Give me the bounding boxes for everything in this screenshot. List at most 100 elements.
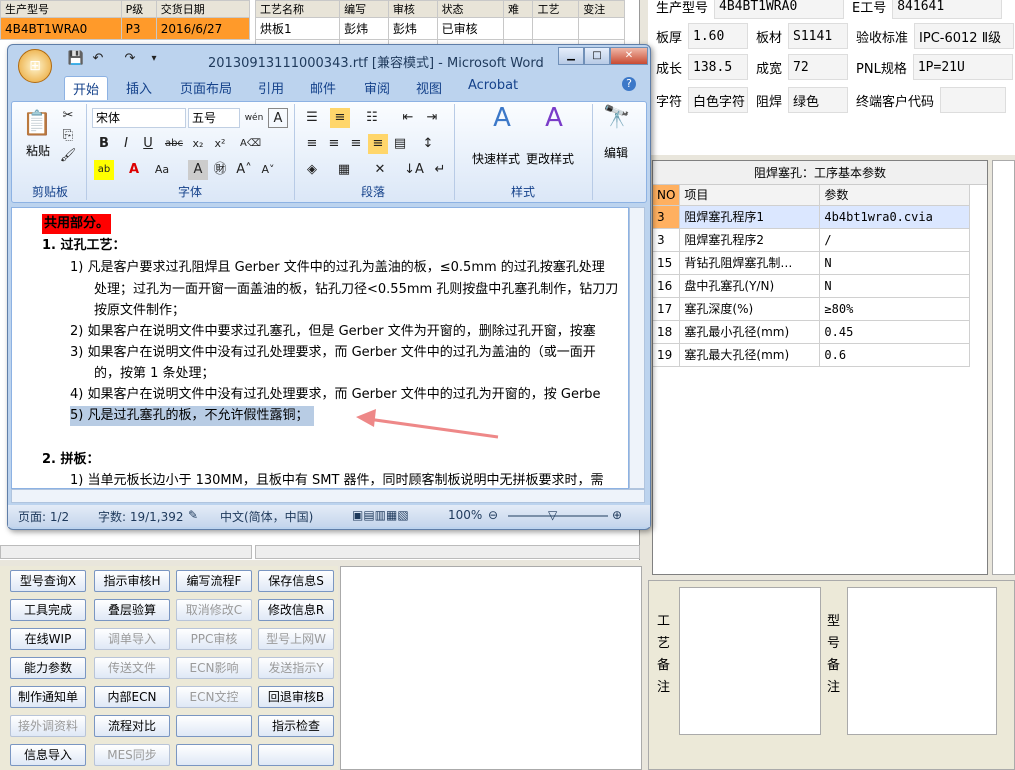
col-header[interactable]: 项目 [679, 185, 821, 206]
tab-acrobat[interactable]: Acrobat [468, 78, 518, 93]
align-left-icon[interactable]: ≡ [302, 134, 322, 154]
tab-view[interactable]: 视图 [416, 78, 442, 97]
table-row[interactable]: 17 塞孔深度(%) ≥80% [653, 297, 971, 321]
field-model[interactable]: 4B4BT1WRA0 [714, 0, 845, 19]
col-header[interactable]: 参数 [819, 185, 971, 206]
col-header[interactable]: 生产型号 [0, 0, 122, 18]
function-button[interactable]: 发送指示Y [258, 657, 334, 679]
order-table[interactable]: 生产型号 P级 交货日期 4B4BT1WRA0 P3 2016/6/27 [0, 0, 251, 40]
font-name-select[interactable]: 宋体 [92, 108, 186, 128]
borders-icon[interactable]: ▦ [334, 160, 354, 180]
tab-mailings[interactable]: 邮件 [310, 78, 336, 97]
edit-button[interactable]: 编辑 [604, 144, 628, 161]
tab-insert[interactable]: 插入 [126, 78, 152, 97]
function-button[interactable]: 指示审核H [94, 570, 170, 592]
paste-button[interactable]: 粘贴 [26, 142, 50, 159]
field-material[interactable]: S1141 [788, 23, 849, 49]
table-row[interactable]: 3 阻焊塞孔程序2/ [653, 228, 971, 252]
document-body[interactable]: 共用部分。 1. 过孔工艺： 1) 凡是客户要求过孔阻焊且 Gerber 文件中… [11, 207, 629, 489]
col-header[interactable]: NO [653, 185, 681, 206]
copy-icon[interactable]: ⎘ [58, 126, 78, 146]
shrink-font-icon[interactable]: A˅ [258, 160, 278, 180]
table-row[interactable]: 3 阻焊塞孔程序1 4b4bt1wra0.cvia [653, 205, 971, 229]
find-icon[interactable]: 🔭 [602, 107, 632, 138]
zoom-slider[interactable] [508, 515, 608, 517]
function-button[interactable]: 保存信息S [258, 570, 334, 592]
function-button[interactable]: 叠层验算 [94, 599, 170, 621]
table-row[interactable]: 15 背钻孔阻焊塞孔制… N [653, 251, 971, 275]
superscript-icon[interactable]: x² [210, 134, 230, 154]
word-titlebar[interactable]: ⊞ 💾 ↶ ↷ ▾ 20130913111000343.rtf [兼容模式] -… [8, 45, 650, 83]
numbering-icon[interactable]: ≡ [330, 108, 350, 128]
align-center-icon[interactable]: ≡ [324, 134, 344, 154]
paste-icon[interactable]: 📋 [22, 108, 52, 138]
function-button[interactable]: 能力参数 [10, 657, 86, 679]
grid-hscroll[interactable] [0, 545, 252, 559]
phonetic-icon[interactable]: wén [244, 108, 264, 128]
change-styles-icon[interactable]: A [538, 105, 570, 140]
minimize-button[interactable]: ▁ [558, 47, 584, 65]
table-row[interactable]: 16 盘中孔塞孔(Y/N) N [653, 274, 971, 298]
tab-references[interactable]: 引用 [258, 78, 284, 97]
function-button[interactable]: 修改信息R [258, 599, 334, 621]
field-standard[interactable]: IPC-6012 Ⅱ级 [914, 23, 1015, 49]
undo-icon[interactable]: ↶ [88, 49, 108, 69]
subscript-icon[interactable]: x₂ [188, 134, 208, 154]
function-button[interactable]: 回退审核B [258, 686, 334, 708]
function-button[interactable] [176, 715, 252, 737]
status-words[interactable]: 字数: 19/1,392 [98, 508, 184, 525]
line-spacing-icon[interactable]: ↕ [418, 134, 438, 154]
function-button[interactable]: 型号查询X [10, 570, 86, 592]
font-color-icon[interactable]: A [124, 160, 144, 180]
quick-styles-button[interactable]: 快速样式 [472, 150, 520, 167]
tab-review[interactable]: 审阅 [364, 78, 390, 97]
param-table[interactable]: NO 项目 参数 3 阻焊塞孔程序1 4b4bt1wra0.cvia 3 阻焊塞孔程序2… [653, 185, 971, 367]
enclose-char-icon[interactable]: ㊖ [210, 160, 230, 180]
tab-layout[interactable]: 页面布局 [180, 78, 232, 97]
align-right-icon[interactable]: ≡ [346, 134, 366, 154]
multilevel-list-icon[interactable]: ☷ [362, 108, 382, 128]
bold-icon[interactable]: B [94, 134, 114, 154]
show-marks-icon[interactable]: ↵ [430, 160, 450, 180]
redo-icon[interactable]: ↷ [120, 49, 140, 69]
grid-hscroll[interactable] [255, 545, 640, 559]
shading-icon[interactable]: ◈ [302, 160, 322, 180]
strikethrough-icon[interactable]: abc [164, 134, 184, 154]
function-button[interactable]: 信息导入 [10, 744, 86, 766]
function-button[interactable]: ECN文控 [176, 686, 252, 708]
field-engineer[interactable]: 841641 [892, 0, 1003, 19]
status-zoom[interactable]: 100% [448, 508, 482, 522]
function-button[interactable]: 型号上网W [258, 628, 334, 650]
table-row[interactable]: 4B4BT1WRA0 P3 2016/6/27 [0, 17, 251, 40]
sort-icon[interactable]: ↓A [404, 160, 424, 180]
function-button[interactable]: 制作通知单 [10, 686, 86, 708]
cut-icon[interactable]: ✂ [58, 106, 78, 126]
char-shading-icon[interactable]: A [188, 160, 208, 180]
status-page[interactable]: 页面: 1/2 [18, 508, 69, 525]
proofing-icon[interactable]: ✎ [188, 508, 198, 522]
close-button[interactable]: ✕ [610, 47, 648, 65]
function-button[interactable]: MES同步 [94, 744, 170, 766]
grow-font-icon[interactable]: A˄ [234, 160, 254, 180]
function-button[interactable]: 编写流程F [176, 570, 252, 592]
zoom-thumb-icon[interactable]: ▽ [548, 508, 557, 522]
word-window[interactable]: ⊞ 💾 ↶ ↷ ▾ 20130913111000343.rtf [兼容模式] -… [7, 44, 651, 530]
function-button[interactable]: 在线WIP [10, 628, 86, 650]
change-styles-button[interactable]: 更改样式 [526, 150, 574, 167]
field-thickness[interactable]: 1.60 [688, 23, 749, 49]
font-size-select[interactable]: 五号 [188, 108, 240, 128]
function-button[interactable]: 调单导入 [94, 628, 170, 650]
table-row[interactable]: 烘板1 彭炜 彭炜 已审核 [254, 17, 625, 40]
distributed-icon[interactable]: ▤ [390, 134, 410, 154]
field-soldermask[interactable]: 绿色 [788, 87, 849, 113]
function-button[interactable]: 指示检查 [258, 715, 334, 737]
function-button[interactable] [258, 744, 334, 766]
quick-styles-icon[interactable]: A [486, 105, 518, 140]
clear-format-icon[interactable]: A⌫ [240, 134, 261, 154]
maximize-button[interactable]: □ [584, 47, 610, 65]
qat-menu-icon[interactable]: ▾ [144, 49, 164, 69]
function-button[interactable]: 接外调资料 [10, 715, 86, 737]
underline-icon[interactable]: U [138, 134, 158, 154]
increase-indent-icon[interactable]: ⇥ [422, 108, 442, 128]
asian-layout-icon[interactable]: ✕ [370, 160, 390, 180]
